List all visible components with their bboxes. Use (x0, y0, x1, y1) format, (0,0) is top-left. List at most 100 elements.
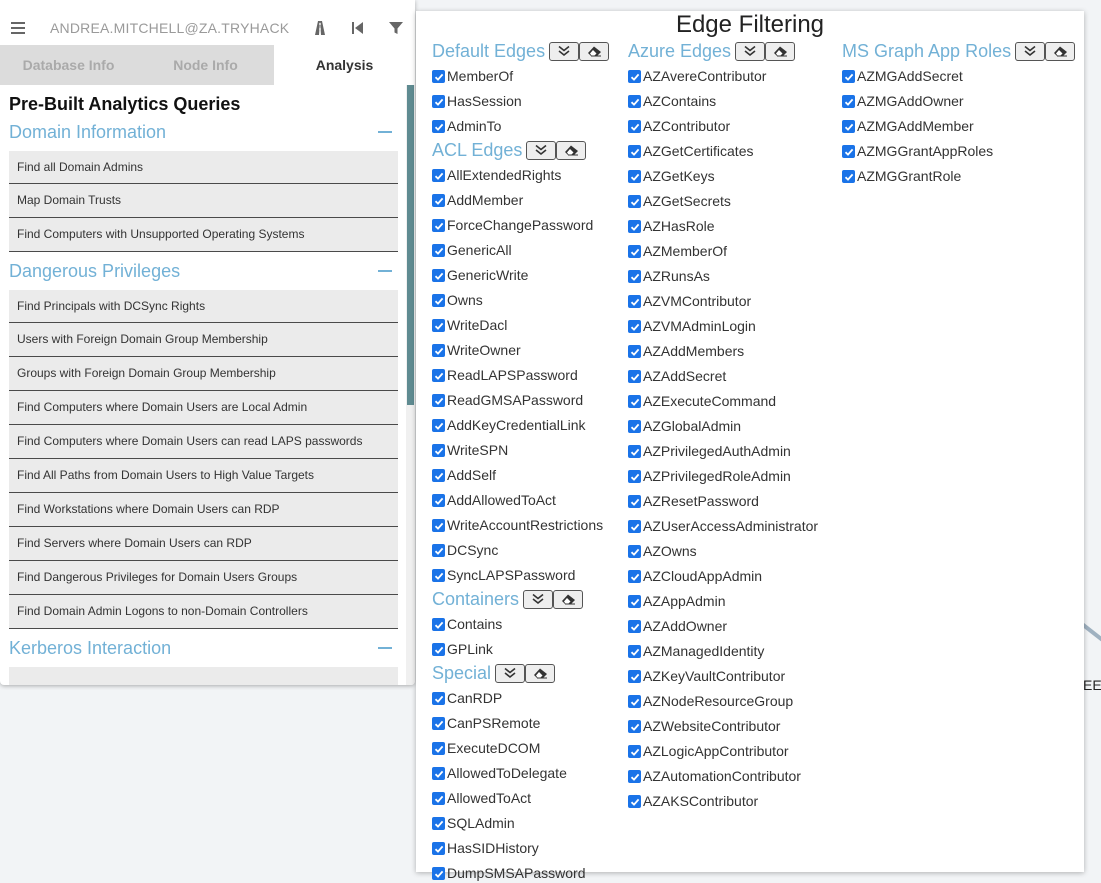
query-item[interactable] (9, 667, 398, 685)
edge-filter-item[interactable]: AZWebsiteContributor (628, 713, 838, 738)
check-all-button[interactable] (526, 140, 557, 160)
query-item[interactable]: Find Computers where Domain Users are Lo… (9, 391, 398, 425)
edge-checkbox[interactable] (628, 120, 641, 133)
edge-filter-item[interactable]: AZGetCertificates (628, 138, 838, 163)
edge-checkbox[interactable] (432, 319, 445, 332)
edge-filter-item[interactable]: HasSession (432, 88, 622, 113)
current-user-label[interactable]: ANDREA.MITCHELL@ZA.TRYHACK (36, 20, 301, 36)
edge-checkbox[interactable] (628, 270, 641, 283)
edge-checkbox[interactable] (432, 219, 445, 232)
edge-checkbox[interactable] (432, 194, 445, 207)
edge-checkbox[interactable] (628, 170, 641, 183)
edge-filter-item[interactable]: AllowedToAct (432, 785, 622, 810)
edge-filter-item[interactable]: AZLogicAppContributor (628, 738, 838, 763)
edge-filter-item[interactable]: AdminTo (432, 113, 622, 138)
eraser-icon[interactable] (1045, 41, 1076, 61)
edge-filter-item[interactable]: AZHasRole (628, 213, 838, 238)
query-item[interactable]: Find Servers where Domain Users can RDP (9, 527, 398, 561)
edge-filter-item[interactable]: GenericAll (432, 237, 622, 262)
edge-checkbox[interactable] (628, 445, 641, 458)
edge-checkbox[interactable] (432, 692, 445, 705)
edge-filter-item[interactable]: AZNodeResourceGroup (628, 688, 838, 713)
edge-filter-item[interactable]: AZVMContributor (628, 288, 838, 313)
section-header-dangerous-privileges[interactable]: Dangerous Privileges (0, 256, 406, 286)
edge-checkbox[interactable] (842, 120, 855, 133)
edge-checkbox[interactable] (432, 269, 445, 282)
edge-checkbox[interactable] (628, 720, 641, 733)
edge-filter-item[interactable]: AZContains (628, 88, 838, 113)
edge-checkbox[interactable] (432, 494, 445, 507)
edge-filter-item[interactable]: AZManagedIdentity (628, 638, 838, 663)
check-all-button[interactable] (523, 589, 554, 609)
edge-checkbox[interactable] (628, 670, 641, 683)
edge-filter-item[interactable]: AllExtendedRights (432, 162, 622, 187)
edge-checkbox[interactable] (628, 320, 641, 333)
edge-checkbox[interactable] (628, 695, 641, 708)
edge-filter-item[interactable]: DCSync (432, 537, 622, 562)
eraser-icon[interactable] (579, 41, 610, 61)
collapse-icon[interactable] (378, 270, 392, 272)
edge-filter-item[interactable]: CanPSRemote (432, 710, 622, 735)
tab-node-info[interactable]: Node Info (137, 45, 274, 85)
edge-checkbox[interactable] (432, 867, 445, 880)
edge-filter-item[interactable]: ReadGMSAPassword (432, 387, 622, 412)
edge-checkbox[interactable] (628, 145, 641, 158)
query-item[interactable]: Find All Paths from Domain Users to High… (9, 459, 398, 493)
edge-filter-item[interactable]: WriteDacl (432, 312, 622, 337)
edge-checkbox[interactable] (432, 767, 445, 780)
edge-filter-item[interactable]: AZMGGrantRole (842, 163, 1082, 188)
edge-filter-item[interactable]: AZAppAdmin (628, 588, 838, 613)
edge-filter-item[interactable]: ForceChangePassword (432, 212, 622, 237)
edge-checkbox[interactable] (432, 444, 445, 457)
edge-checkbox[interactable] (432, 817, 445, 830)
edge-filter-item[interactable]: WriteOwner (432, 337, 622, 362)
edge-filter-item[interactable]: AZMGGrantAppRoles (842, 138, 1082, 163)
edge-filter-item[interactable]: AZUserAccessAdministrator (628, 513, 838, 538)
edge-checkbox[interactable] (628, 795, 641, 808)
edge-checkbox[interactable] (628, 245, 641, 258)
edge-checkbox[interactable] (628, 595, 641, 608)
collapse-icon[interactable] (378, 647, 392, 649)
edge-checkbox[interactable] (432, 120, 445, 133)
edge-filter-item[interactable]: AZPrivilegedAuthAdmin (628, 438, 838, 463)
query-item[interactable]: Map Domain Trusts (9, 184, 398, 218)
edge-checkbox[interactable] (628, 745, 641, 758)
edge-checkbox[interactable] (628, 345, 641, 358)
query-item[interactable]: Find Computers where Domain Users can re… (9, 425, 398, 459)
edge-checkbox[interactable] (842, 70, 855, 83)
edge-checkbox[interactable] (628, 545, 641, 558)
tab-analysis[interactable]: Analysis (274, 45, 415, 85)
check-all-button[interactable] (549, 41, 580, 61)
edge-checkbox[interactable] (628, 570, 641, 583)
edge-checkbox[interactable] (628, 520, 641, 533)
edge-checkbox[interactable] (432, 519, 445, 532)
edge-checkbox[interactable] (628, 620, 641, 633)
scrollbar-thumb[interactable] (407, 85, 414, 405)
edge-filter-item[interactable]: GPLink (432, 636, 622, 661)
edge-filter-item[interactable]: AZAddSecret (628, 363, 838, 388)
edge-filter-item[interactable]: Contains (432, 611, 622, 636)
edge-filter-item[interactable]: AZVMAdminLogin (628, 313, 838, 338)
edge-filter-item[interactable]: AZMGAddOwner (842, 88, 1082, 113)
edge-filter-item[interactable]: AZOwns (628, 538, 838, 563)
edge-checkbox[interactable] (432, 792, 445, 805)
query-item[interactable]: Groups with Foreign Domain Group Members… (9, 357, 398, 391)
edge-filter-item[interactable]: AZGetSecrets (628, 188, 838, 213)
edge-checkbox[interactable] (628, 370, 641, 383)
edge-filter-item[interactable]: AZAvereContributor (628, 63, 838, 88)
edge-checkbox[interactable] (628, 95, 641, 108)
edge-checkbox[interactable] (432, 344, 445, 357)
edge-checkbox[interactable] (432, 419, 445, 432)
edge-filter-item[interactable]: AZMGAddMember (842, 113, 1082, 138)
edge-checkbox[interactable] (842, 170, 855, 183)
edge-filter-item[interactable]: AddSelf (432, 462, 622, 487)
query-item[interactable]: Find all Domain Admins (9, 151, 398, 184)
edge-checkbox[interactable] (628, 770, 641, 783)
eraser-icon[interactable] (556, 140, 587, 160)
edge-filter-item[interactable]: AZRunsAs (628, 263, 838, 288)
edge-filter-item[interactable]: AllowedToDelegate (432, 760, 622, 785)
tab-database-info[interactable]: Database Info (0, 45, 137, 85)
edge-checkbox[interactable] (432, 244, 445, 257)
edge-checkbox[interactable] (628, 220, 641, 233)
edge-checkbox[interactable] (432, 643, 445, 656)
